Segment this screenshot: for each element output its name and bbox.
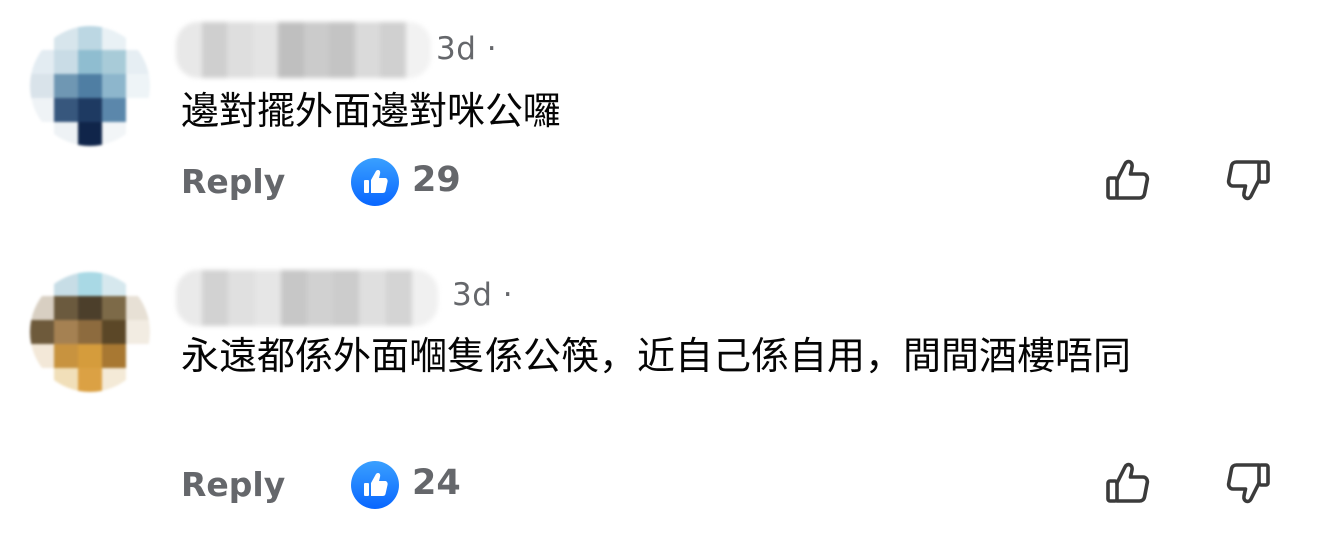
comment-text: 永遠都係外面嗰隻係公筷，近自己係自用，間間酒樓唔同 — [181, 334, 1132, 378]
comment-timestamp: 3d · — [436, 31, 498, 67]
avatar-pixel — [30, 74, 54, 98]
avatar-pixel — [126, 320, 150, 344]
thumbs-up-icon — [351, 158, 399, 206]
avatar-pixel — [78, 122, 102, 146]
thumbs-down-outline-icon[interactable] — [1220, 152, 1276, 208]
comment-text: 邊對擺外面邊對咪公囉 — [181, 89, 562, 133]
avatar-pixel — [78, 368, 102, 392]
name-blur-pixel — [333, 270, 360, 326]
avatar-pixel — [102, 296, 126, 320]
avatar-pixel — [54, 122, 78, 146]
avatar-pixel — [54, 344, 78, 368]
avatar-pixel — [78, 272, 102, 296]
avatar-pixel — [30, 344, 54, 368]
avatar-pixel — [30, 98, 54, 122]
name-blur-pixel — [176, 22, 202, 78]
avatar-pixel — [78, 50, 102, 74]
avatar-pixel — [30, 272, 54, 296]
avatar-pixel — [78, 296, 102, 320]
avatar-pixel — [78, 344, 102, 368]
name-blur-pixel — [329, 22, 355, 78]
name-blur-pixel — [278, 22, 304, 78]
avatar-pixel — [30, 26, 54, 50]
avatar-pixel — [102, 26, 126, 50]
avatar-pixel — [126, 368, 150, 392]
avatar-pixel — [126, 50, 150, 74]
thumbs-down-outline-icon[interactable] — [1220, 455, 1276, 511]
thumbs-up-outline-icon[interactable] — [1100, 152, 1156, 208]
avatar-pixel — [126, 344, 150, 368]
avatar-pixel — [30, 368, 54, 392]
avatar-pixel — [54, 368, 78, 392]
name-blur-pixel — [385, 270, 412, 326]
avatar-pixel — [126, 272, 150, 296]
name-blur-pixel — [405, 22, 431, 78]
avatar-pixel — [78, 74, 102, 98]
name-blur-pixel — [280, 270, 308, 326]
avatar[interactable] — [30, 26, 150, 146]
avatar-pixel — [126, 26, 150, 50]
avatar-pixel — [54, 296, 78, 320]
avatar-pixel — [102, 50, 126, 74]
avatar-pixel — [102, 272, 126, 296]
avatar-pixel — [30, 50, 54, 74]
avatar-pixel — [102, 122, 126, 146]
avatar-pixel — [54, 26, 78, 50]
avatar-pixel — [126, 98, 150, 122]
name-blur-pixel — [227, 22, 253, 78]
avatar-pixel — [54, 272, 78, 296]
avatar-pixel — [30, 320, 54, 344]
avatar-pixel — [102, 320, 126, 344]
reply-button[interactable]: Reply — [181, 465, 285, 504]
avatar-pixel — [102, 344, 126, 368]
comment-timestamp: 3d · — [452, 277, 514, 313]
commenter-name-blurred[interactable] — [176, 270, 438, 326]
avatar-pixel — [54, 98, 78, 122]
avatar-pixel — [30, 296, 54, 320]
name-blur-pixel — [228, 270, 255, 326]
avatar-pixel — [102, 98, 126, 122]
name-blur-pixel — [176, 270, 203, 326]
comment-item: 3d · 永遠都係外面嗰隻係公筷，近自己係自用，間間酒樓唔同 Reply 24 — [0, 250, 1320, 533]
comment-item: 3d · 邊對擺外面邊對咪公囉 Reply 29 — [0, 0, 1320, 250]
avatar-pixel — [78, 26, 102, 50]
thumbs-up-outline-icon[interactable] — [1100, 455, 1156, 511]
avatar-pixel — [54, 320, 78, 344]
name-blur-pixel — [202, 270, 229, 326]
avatar-pixel — [78, 320, 102, 344]
avatar[interactable] — [30, 272, 150, 392]
like-count[interactable]: 24 — [412, 463, 461, 503]
commenter-name-blurred[interactable] — [176, 22, 431, 78]
name-blur-pixel — [359, 270, 386, 326]
avatar-pixel — [54, 74, 78, 98]
name-blur-pixel — [254, 270, 281, 326]
avatar-pixel — [78, 98, 102, 122]
avatar-pixel — [102, 368, 126, 392]
avatar-pixel — [30, 122, 54, 146]
name-blur-pixel — [252, 22, 278, 78]
reply-button[interactable]: Reply — [181, 162, 285, 201]
avatar-pixel — [54, 50, 78, 74]
name-blur-pixel — [303, 22, 329, 78]
avatar-pixel — [102, 74, 126, 98]
thumbs-up-icon — [351, 461, 399, 509]
name-blur-pixel — [354, 22, 380, 78]
avatar-pixel — [126, 296, 150, 320]
avatar-pixel — [126, 74, 150, 98]
name-blur-pixel — [380, 22, 406, 78]
like-count[interactable]: 29 — [412, 160, 461, 200]
name-blur-pixel — [307, 270, 334, 326]
name-blur-pixel — [201, 22, 227, 78]
avatar-pixel — [126, 122, 150, 146]
name-blur-pixel — [411, 270, 438, 326]
